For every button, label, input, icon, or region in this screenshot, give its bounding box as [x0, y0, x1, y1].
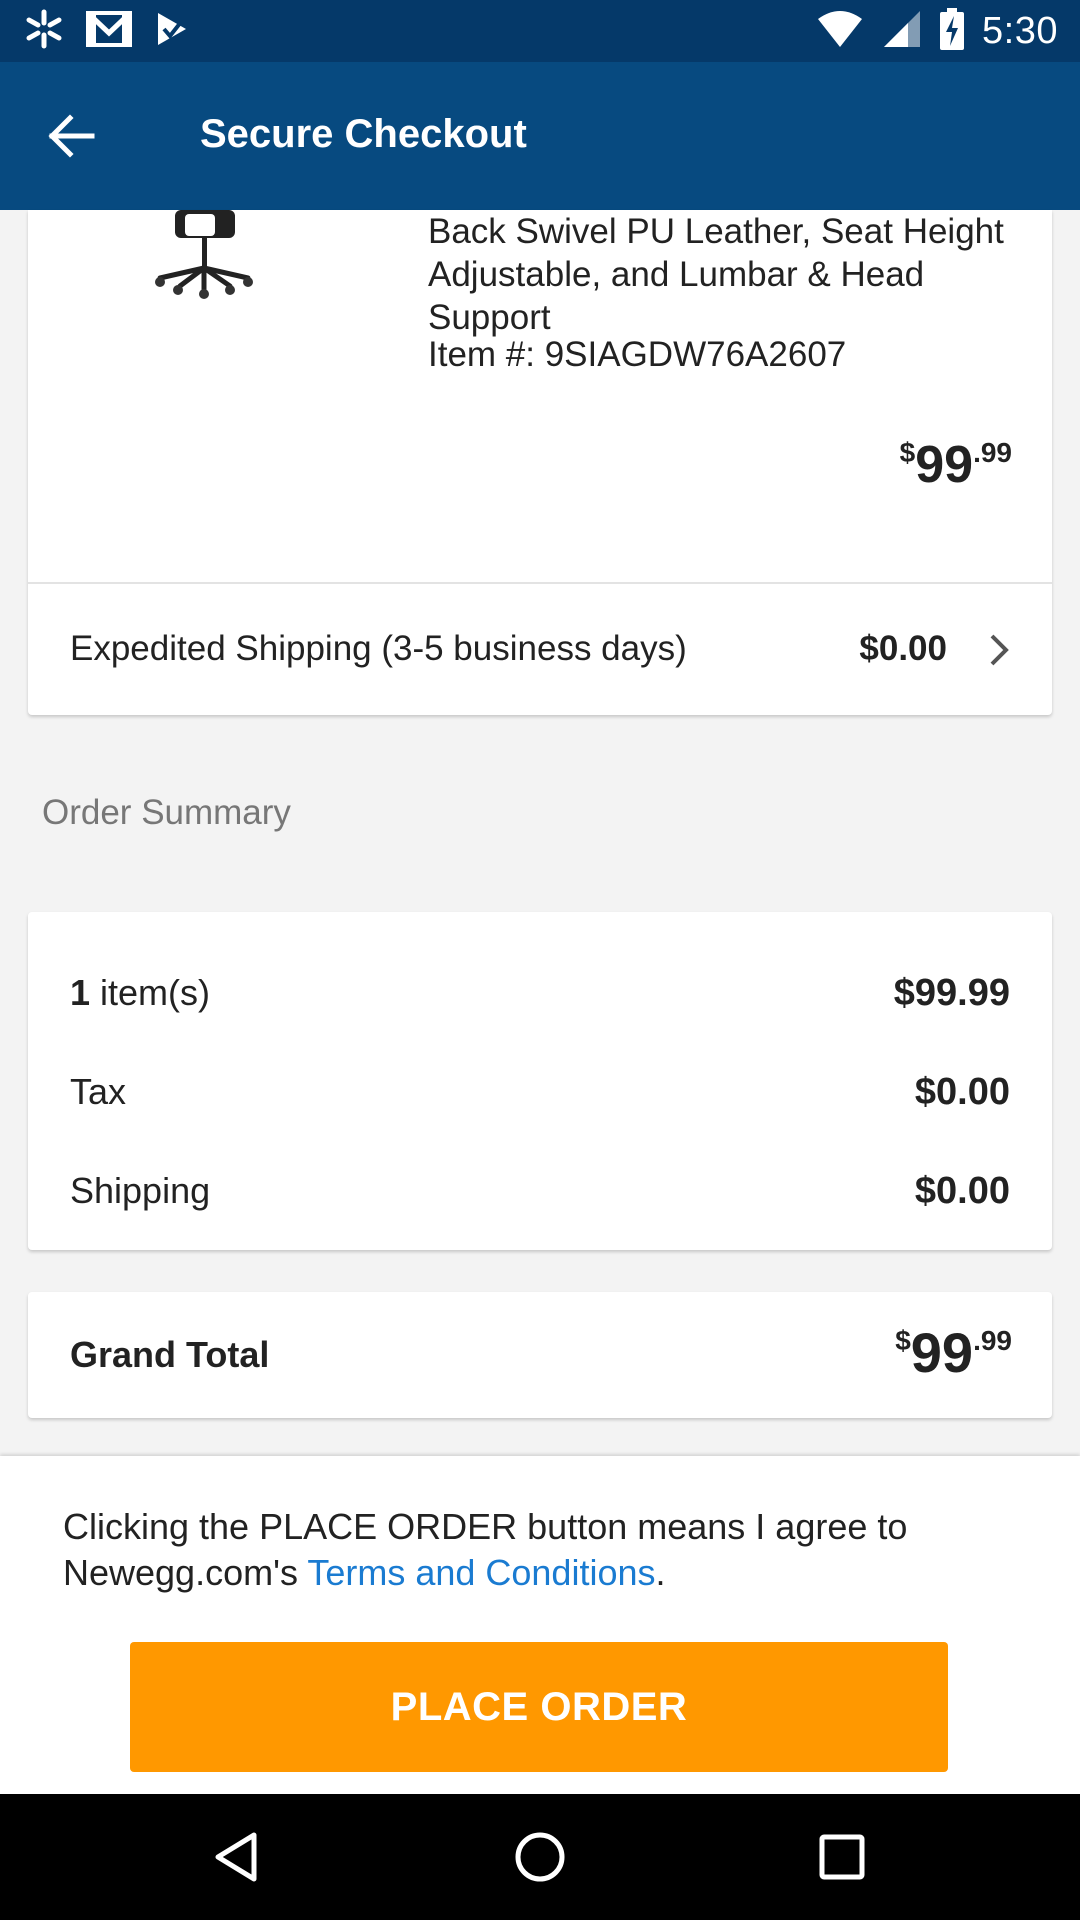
price-dollars: 99: [915, 436, 974, 494]
shipping-row: Shipping $0.00: [70, 1160, 1010, 1220]
items-text: item(s): [90, 972, 211, 1013]
system-nav-bar: [0, 1794, 1080, 1920]
place-order-panel: Clicking the PLACE ORDER button means I …: [0, 1456, 1080, 1794]
back-button[interactable]: [42, 106, 102, 166]
product-image[interactable]: [120, 210, 270, 310]
nav-recents-button[interactable]: [812, 1827, 872, 1887]
walmart-spark-icon: [24, 9, 64, 54]
total-currency: $: [895, 1325, 911, 1356]
nav-back-button[interactable]: [208, 1827, 268, 1887]
tax-label: Tax: [70, 1071, 127, 1112]
grand-total-price: $99.99: [895, 1320, 1012, 1385]
shipping-label: Shipping: [70, 1170, 211, 1211]
agreement-text-after: .: [655, 1552, 666, 1593]
price-currency: $: [899, 437, 916, 468]
status-time: 5:30: [982, 9, 1058, 52]
items-label: 1 item(s): [70, 972, 210, 1014]
agreement-text: Clicking the PLACE ORDER button means I …: [63, 1504, 1023, 1596]
grand-total-label: Grand Total: [70, 1334, 270, 1375]
nav-back-icon: [215, 1832, 257, 1882]
tax-row: Tax $0.00: [70, 1061, 1010, 1121]
items-row: 1 item(s) $99.99: [70, 962, 1010, 1022]
items-value: $99.99: [893, 972, 1010, 1014]
app-bar: Secure Checkout: [0, 62, 1080, 210]
arrow-left-icon: [48, 114, 95, 158]
nav-home-icon: [515, 1832, 565, 1882]
items-count: 1: [70, 972, 91, 1013]
order-summary-card: 1 item(s) $99.99 Tax $0.00 Shipping $0.0…: [28, 912, 1052, 1250]
product-card: Back Swivel PU Leather, Seat Height Adju…: [28, 210, 1052, 715]
grand-total-card: Grand Total $99.99: [28, 1292, 1052, 1418]
chevron-right-icon: [990, 634, 1009, 666]
item-number: Item #: 9SIAGDW76A2607: [428, 335, 847, 374]
gmail-icon: [86, 9, 132, 54]
total-dollars: 99: [910, 1321, 974, 1384]
shipping-method-price: $0.00: [859, 629, 947, 668]
total-cents: .99: [973, 1325, 1012, 1356]
battery-charging-icon: [940, 7, 965, 55]
order-summary-title: Order Summary: [42, 793, 291, 832]
nav-recents-icon: [819, 1834, 865, 1880]
nav-home-button[interactable]: [510, 1827, 570, 1887]
tax-value: $0.00: [914, 1071, 1010, 1113]
place-order-button[interactable]: PLACE ORDER: [130, 1642, 948, 1772]
product-name[interactable]: Back Swivel PU Leather, Seat Height Adju…: [428, 210, 1028, 339]
check-icon: [154, 9, 190, 54]
price-cents: .99: [973, 437, 1012, 468]
shipping-method-row[interactable]: Expedited Shipping (3-5 business days) $…: [28, 584, 1052, 715]
shipping-method-label: Expedited Shipping (3-5 business days): [70, 629, 687, 668]
status-bar: 5:30: [0, 0, 1080, 62]
signal-icon: [882, 9, 922, 54]
product-price: $99.99: [900, 435, 1012, 495]
page-title: Secure Checkout: [200, 112, 527, 156]
shipping-value: $0.00: [914, 1170, 1010, 1212]
terms-link[interactable]: Terms and Conditions: [307, 1552, 655, 1593]
wifi-icon: [816, 9, 864, 54]
